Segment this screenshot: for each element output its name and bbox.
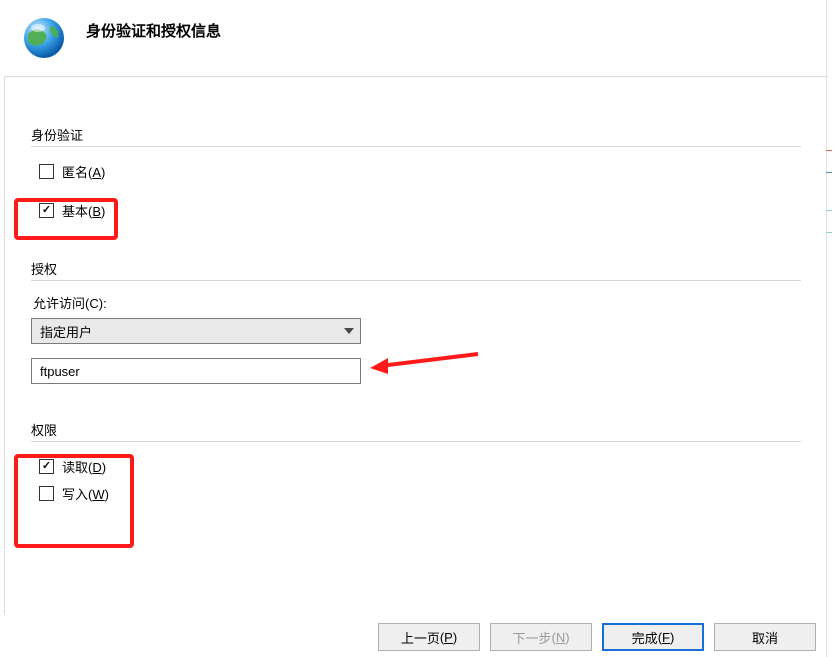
read-checkbox[interactable] (39, 459, 54, 474)
allow-access-selected: 指定用户 (40, 322, 92, 341)
user-input-value: ftpuser (40, 364, 80, 379)
anonymous-label: 匿名(A) (62, 162, 105, 181)
anonymous-checkbox[interactable] (39, 164, 54, 179)
read-label: 读取(D) (62, 457, 106, 476)
write-checkbox[interactable] (39, 486, 54, 501)
user-input[interactable]: ftpuser (31, 358, 361, 384)
dialog-content: 身份验证 匿名(A) 基本(B) 授权 允许访问(C): 指定用户 (4, 76, 828, 615)
permissions-legend: 权限 (31, 420, 802, 439)
authentication-legend: 身份验证 (31, 125, 802, 144)
basic-label: 基本(B) (62, 201, 105, 220)
allow-access-combo[interactable]: 指定用户 (31, 318, 361, 344)
prev-button[interactable]: 上一页(P) (378, 623, 480, 651)
dialog-title: 身份验证和授权信息 (86, 14, 221, 41)
dialog-button-bar: 上一页(P) 下一步(N) 完成(F) 取消 (378, 623, 816, 651)
authentication-group: 身份验证 匿名(A) 基本(B) (31, 125, 802, 223)
divider (31, 441, 801, 442)
allow-access-label: 允许访问(C): (33, 293, 802, 312)
globe-icon (20, 14, 68, 62)
divider (31, 280, 801, 281)
cancel-button[interactable]: 取消 (714, 623, 816, 651)
basic-checkbox-row[interactable]: 基本(B) (31, 198, 802, 223)
authorization-group: 授权 允许访问(C): 指定用户 ftpuser (31, 259, 802, 384)
read-checkbox-row[interactable]: 读取(D) (31, 454, 802, 479)
next-button: 下一步(N) (490, 623, 592, 651)
auth-authorization-dialog: 身份验证和授权信息 身份验证 匿名(A) 基本(B) 授权 (0, 0, 832, 657)
write-checkbox-row[interactable]: 写入(W) (31, 481, 802, 506)
basic-checkbox[interactable] (39, 203, 54, 218)
chevron-down-icon (344, 328, 354, 334)
finish-button[interactable]: 完成(F) (602, 623, 704, 651)
write-label: 写入(W) (62, 484, 109, 503)
background-window-edge (826, 0, 832, 657)
divider (31, 146, 801, 147)
anonymous-checkbox-row[interactable]: 匿名(A) (31, 159, 802, 184)
authorization-legend: 授权 (31, 259, 802, 278)
permissions-group: 权限 读取(D) 写入(W) (31, 420, 802, 506)
dialog-header: 身份验证和授权信息 (0, 0, 832, 72)
